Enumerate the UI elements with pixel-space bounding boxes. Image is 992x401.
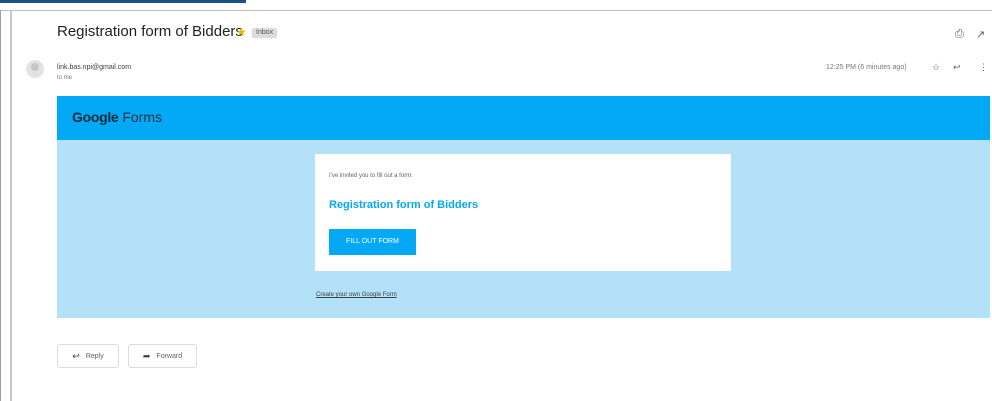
create-own-form-link[interactable]: Create your own Google Form <box>316 292 397 298</box>
reply-button[interactable]: ↩ Reply <box>57 344 119 368</box>
reply-label: Reply <box>85 352 104 360</box>
sender-avatar <box>26 60 44 78</box>
reply-icon: ↩ <box>72 350 80 361</box>
invite-intro-text: I've invited you to fill out a form: <box>329 173 413 179</box>
google-forms-header: Google Forms <box>57 96 990 140</box>
frame-left-border <box>0 10 1 401</box>
google-logo-text: Google <box>72 109 119 125</box>
frame-left-border-inner <box>10 10 12 401</box>
fill-out-form-button[interactable]: FILL OUT FORM <box>329 229 416 255</box>
form-invite-card: I've invited you to fill out a form: Reg… <box>315 154 731 271</box>
star-icon[interactable]: ★ <box>236 25 247 39</box>
print-icon[interactable]: ⎙ <box>955 28 964 41</box>
form-title-link[interactable]: Registration form of Bidders <box>329 199 478 211</box>
star-outline-icon[interactable]: ☆ <box>932 62 940 73</box>
frame-top-border <box>0 10 992 11</box>
recipient-dropdown[interactable]: to me <box>57 75 72 81</box>
email-timestamp: 12:25 PM (6 minutes ago) <box>826 64 907 71</box>
sender-address[interactable]: link.bas.npi@gmail.com <box>57 64 131 71</box>
inbox-label-chip[interactable]: Inbox <box>252 28 278 38</box>
open-in-new-window-icon[interactable]: ↗ <box>976 28 985 41</box>
forward-icon: ➦ <box>142 350 151 361</box>
forward-label: Forward <box>156 352 183 360</box>
more-vert-icon[interactable]: ⋮ <box>979 62 988 73</box>
top-tab-bar <box>0 0 246 3</box>
google-forms-logo: Google Forms <box>72 109 162 125</box>
reply-icon[interactable]: ↩ <box>953 62 961 73</box>
email-subject: Registration form of Bidders <box>57 23 243 40</box>
forms-logo-text: Forms <box>122 109 162 125</box>
forward-button[interactable]: ➦ Forward <box>128 344 197 368</box>
